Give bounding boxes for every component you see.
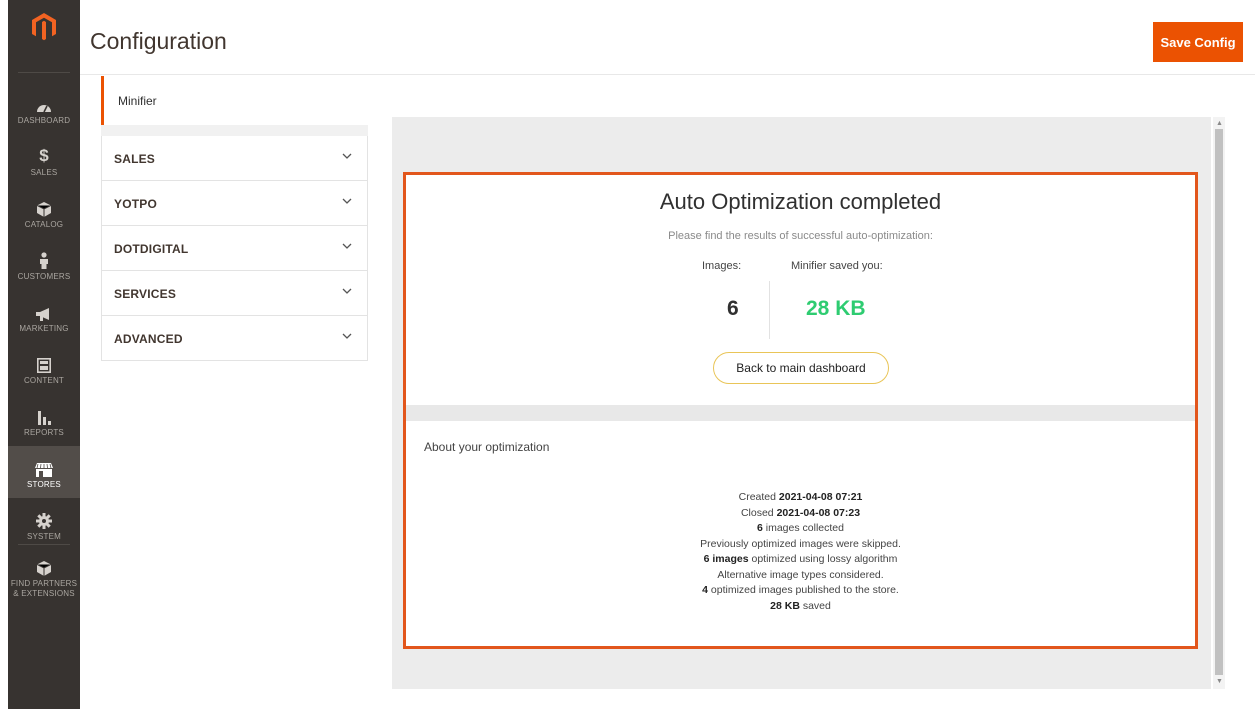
gear-icon: [36, 507, 52, 529]
collected-text: images collected: [765, 522, 844, 534]
published-text: optimized images published to the store.: [710, 584, 899, 596]
nav-label: CATALOG: [24, 219, 64, 229]
closed-label: Closed: [740, 506, 774, 519]
images-count: 6: [727, 297, 739, 320]
section-label: DOTDIGITAL: [114, 242, 189, 256]
published-count: 4: [702, 584, 708, 596]
closed-line: Closed 2021-04-08 07:23: [406, 506, 1195, 522]
section-dotdigital[interactable]: DOTDIGITAL: [102, 226, 367, 271]
nav-label-line: FIND PARTNERS: [10, 578, 78, 588]
result-subtitle: Please find the results of successful au…: [668, 230, 933, 242]
nav-label: CONTENT: [23, 375, 65, 385]
nav-label: MARKETING: [19, 323, 69, 333]
saved-line: 28 KB saved: [406, 599, 1195, 615]
saved-label: Minifier saved you:: [791, 260, 883, 272]
optimization-result-card: Auto Optimization completed Please find …: [403, 172, 1198, 649]
optimized-line: 6 images optimized using lossy algorithm: [406, 552, 1195, 568]
content-icon: [37, 351, 51, 373]
nav-label: DASHBOARD: [17, 115, 71, 125]
optimization-details: Created 2021-04-08 07:21 Closed 2021-04-…: [406, 490, 1195, 614]
panel-scrollbar[interactable]: ▲ ▼: [1213, 117, 1225, 689]
card-divider: [406, 405, 1195, 421]
bar-chart-icon: [37, 403, 51, 425]
section-label: ADVANCED: [114, 332, 183, 346]
section-services[interactable]: SERVICES: [102, 271, 367, 316]
closed-value: 2021-04-08 07:23: [776, 506, 861, 519]
tabs-spacer: [101, 125, 368, 136]
save-config-button[interactable]: Save Config: [1153, 22, 1243, 62]
header-divider: [80, 74, 1255, 75]
admin-sidebar: DASHBOARD $ SALES CATALOG CUSTOMERS MARK…: [8, 0, 80, 709]
nav-reports[interactable]: REPORTS: [8, 394, 80, 446]
nav-divider: [18, 544, 70, 545]
dashboard-icon: [36, 91, 52, 113]
megaphone-icon: [35, 299, 53, 321]
chevron-down-icon: [342, 153, 352, 159]
section-label: SALES: [114, 152, 156, 166]
back-to-dashboard-button[interactable]: Back to main dashboard: [713, 352, 889, 384]
nav-label: STORES: [27, 479, 61, 489]
chevron-down-icon: [342, 333, 352, 339]
tab-minifier[interactable]: Minifier: [101, 76, 368, 125]
person-icon: [39, 247, 49, 269]
scrollbar-thumb[interactable]: [1215, 129, 1223, 675]
nav-label: SALES: [30, 167, 58, 177]
stats-divider: [769, 281, 770, 339]
created-label: Created: [738, 491, 776, 503]
created-value: 2021-04-08 07:21: [778, 491, 863, 503]
scroll-up-icon[interactable]: ▲: [1216, 120, 1223, 128]
nav-dashboard[interactable]: DASHBOARD: [8, 82, 80, 134]
magento-logo-icon[interactable]: [8, 12, 80, 64]
result-title: Auto Optimization completed: [659, 189, 942, 214]
nav-find-partners[interactable]: FIND PARTNERS & EXTENSIONS: [8, 550, 80, 602]
optimized-text: optimized using lossy algorithm: [751, 553, 898, 565]
saved-total: 28 KB: [770, 599, 800, 612]
chevron-down-icon: [342, 198, 352, 204]
nav-divider: [18, 72, 70, 73]
skipped-line: Previously optimized images were skipped…: [700, 537, 901, 550]
nav-content[interactable]: CONTENT: [8, 342, 80, 394]
scroll-down-icon[interactable]: ▼: [1216, 678, 1223, 686]
nav-system[interactable]: SYSTEM: [8, 498, 80, 550]
nav-label: SYSTEM: [26, 531, 62, 541]
published-line: 4 optimized images published to the stor…: [406, 583, 1195, 599]
nav-sales[interactable]: $ SALES: [8, 134, 80, 186]
nav-label: CUSTOMERS: [17, 271, 71, 281]
images-label: Images:: [702, 260, 742, 272]
storefront-icon: [35, 455, 53, 477]
dollar-icon: $: [39, 145, 49, 165]
chevron-down-icon: [342, 288, 352, 294]
optimized-count: 6 images: [703, 553, 749, 565]
saved-amount: 28 KB: [806, 297, 866, 320]
saved-text: saved: [802, 599, 831, 612]
config-sections: SALES YOTPO DOTDIGITAL SERVICES ADVANCED: [101, 136, 368, 361]
section-label: SERVICES: [114, 287, 177, 301]
section-sales[interactable]: SALES: [102, 136, 367, 181]
collected-line: 6 images collected: [406, 521, 1195, 537]
chevron-down-icon: [342, 243, 352, 249]
cube-icon: [37, 195, 51, 217]
section-advanced[interactable]: ADVANCED: [102, 316, 367, 361]
nav-marketing[interactable]: MARKETING: [8, 290, 80, 342]
tab-minifier-label: Minifier: [118, 94, 157, 108]
section-label: YOTPO: [114, 197, 158, 211]
nav-label: FIND PARTNERS & EXTENSIONS: [11, 579, 77, 599]
nav-label: REPORTS: [24, 427, 64, 437]
section-yotpo[interactable]: YOTPO: [102, 181, 367, 226]
created-line: Created 2021-04-08 07:21: [406, 490, 1195, 506]
nav-stores[interactable]: STORES: [8, 446, 80, 498]
nav-customers[interactable]: CUSTOMERS: [8, 238, 80, 290]
box-icon: [37, 554, 51, 576]
collected-count: 6: [757, 522, 763, 534]
page-title: Configuration: [90, 28, 227, 54]
about-title: About your optimization: [424, 440, 550, 454]
nav-catalog[interactable]: CATALOG: [8, 186, 80, 238]
alt-types-line: Alternative image types considered.: [717, 568, 884, 581]
nav-label-line: & EXTENSIONS: [13, 588, 75, 598]
